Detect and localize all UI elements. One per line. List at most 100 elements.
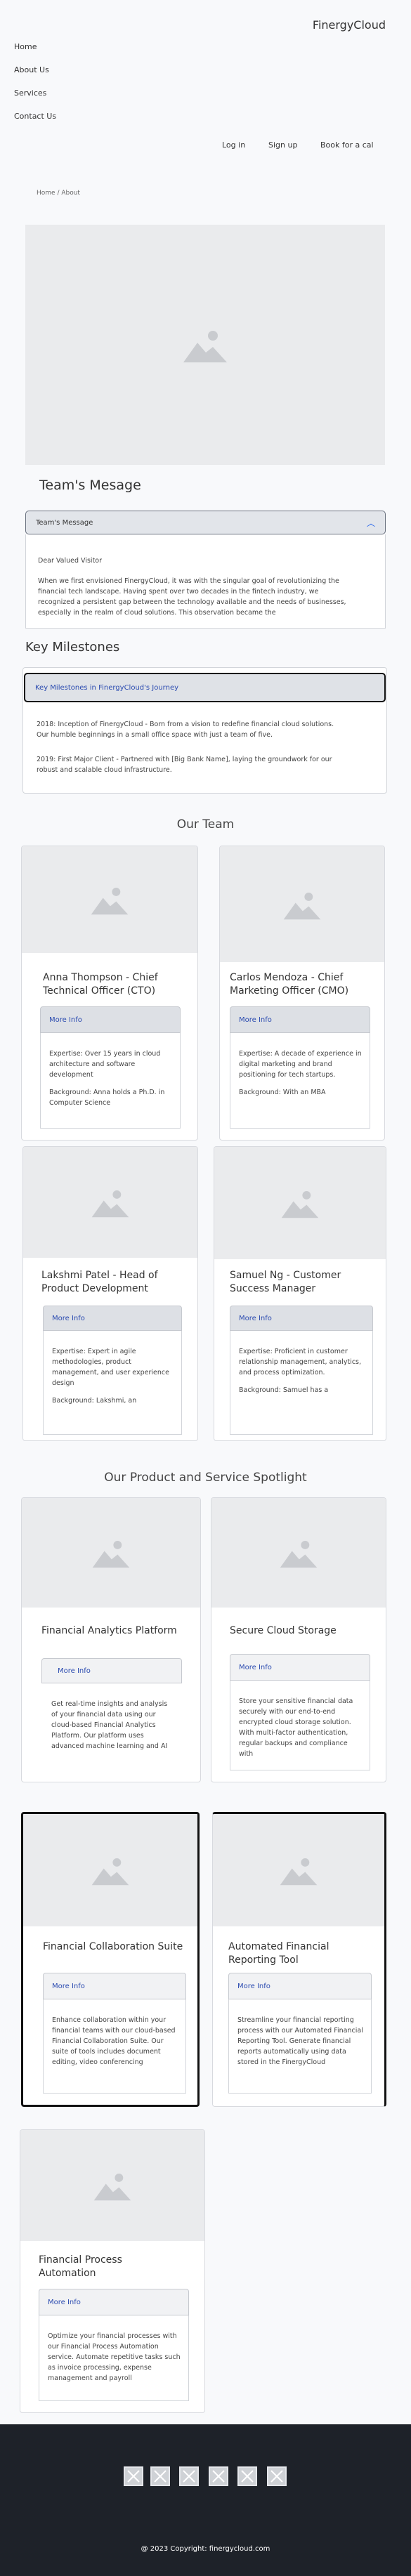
nav-link-services[interactable]: Services	[14, 88, 46, 98]
more-info-panel: Expertise: Over 15 years in cloud archit…	[40, 1033, 181, 1129]
chevron-up-icon: ︿	[366, 518, 375, 528]
social-icon-4[interactable]	[209, 2466, 228, 2486]
image-icon	[212, 2470, 225, 2483]
member-photo-placeholder	[220, 846, 384, 962]
more-info-button[interactable]: More Info	[230, 1654, 370, 1681]
image-icon	[283, 892, 321, 919]
product-name: Secure Cloud Storage	[230, 1625, 337, 1636]
team-card-anna: Anna Thompson - Chief Technical Officer …	[21, 846, 198, 1141]
product-image-placeholder	[22, 1498, 200, 1608]
member-name: Samuel Ng - Customer Success Manager	[230, 1270, 341, 1294]
more-info-button[interactable]: More Info	[43, 1973, 186, 1999]
team-card-lakshmi: Lakshmi Patel - Head of Product Developm…	[22, 1146, 198, 1441]
member-photo-placeholder	[214, 1147, 386, 1259]
member-name: Anna Thompson - Chief Technical Officer …	[43, 972, 158, 997]
image-icon	[183, 2470, 195, 2483]
more-info-button[interactable]: More Info	[228, 1973, 372, 1999]
more-info-panel: Expertise: Expert in agile methodologies…	[43, 1331, 182, 1435]
member-expertise: Expertise: Proficient in customer relati…	[239, 1348, 362, 1376]
member-photo-placeholder	[23, 1147, 197, 1258]
image-icon	[241, 2470, 254, 2483]
product-image-placeholder	[23, 1814, 197, 1926]
social-icon-1[interactable]	[124, 2466, 143, 2486]
more-info-button[interactable]: More Info	[43, 1306, 182, 1331]
more-info-panel: Expertise: Proficient in customer relati…	[230, 1331, 373, 1435]
image-icon	[154, 2470, 167, 2483]
product-image-placeholder	[213, 1814, 384, 1926]
team-message-title: Team's Mesage	[39, 478, 141, 493]
member-background: Background: Lakshmi, an	[52, 1397, 137, 1405]
more-info-panel: Enhance collaboration within your financ…	[43, 1999, 186, 2094]
more-info-button[interactable]: More Info	[230, 1306, 373, 1331]
image-icon	[281, 1191, 319, 1218]
member-photo-placeholder	[22, 846, 197, 953]
social-icon-5[interactable]	[237, 2466, 257, 2486]
image-icon	[280, 1541, 318, 1568]
team-message-greeting: Dear Valued Visitor	[38, 557, 103, 565]
login-link[interactable]: Log in	[222, 140, 245, 150]
more-info-button[interactable]: More Info	[230, 1006, 370, 1033]
image-icon	[91, 888, 129, 915]
member-background: Background: With an MBA	[239, 1089, 326, 1096]
more-info-panel: Optimize your financial processes with o…	[39, 2315, 189, 2401]
product-description: Optimize your financial processes with o…	[48, 2332, 181, 2382]
social-icon-3[interactable]	[179, 2466, 199, 2486]
product-card-automation: Financial Process Automation More Info O…	[20, 2129, 205, 2413]
product-name: Financial Process Automation	[39, 2254, 122, 2279]
member-background: Background: Samuel has a	[239, 1386, 329, 1394]
product-card-reporting: Automated Financial Reporting Tool More …	[212, 1812, 386, 2107]
image-icon	[93, 2174, 131, 2201]
image-icon	[127, 2470, 140, 2483]
brand-logo-text[interactable]: FinergyCloud	[313, 18, 386, 32]
milestones-title: Key Milestones	[25, 640, 120, 655]
nav-link-contact-us[interactable]: Contact Us	[14, 112, 56, 121]
team-message-accordion-label: Team's Message	[36, 518, 93, 527]
product-description: Get real-time insights and analysis of y…	[51, 1700, 168, 1750]
member-expertise: Expertise: Expert in agile methodologies…	[52, 1348, 169, 1387]
team-card-carlos: Carlos Mendoza - Chief Marketing Officer…	[219, 846, 385, 1141]
products-section-title: Our Product and Service Spotlight	[104, 1471, 307, 1485]
team-message-accordion-header[interactable]: Team's Message ︿	[25, 511, 386, 534]
product-image-placeholder	[211, 1498, 386, 1608]
image-icon	[270, 2470, 283, 2483]
more-info-button[interactable]: More Info	[40, 1006, 181, 1033]
milestones-accordion-label: Key Milestones in FinergyCloud's Journey	[35, 683, 179, 692]
product-name: Financial Collaboration Suite	[43, 1941, 183, 1952]
member-name: Carlos Mendoza - Chief Marketing Officer…	[230, 972, 349, 997]
member-expertise: Expertise: Over 15 years in cloud archit…	[49, 1050, 161, 1079]
product-name: Financial Analytics Platform	[41, 1625, 177, 1636]
image-icon	[92, 1541, 130, 1568]
more-info-button[interactable]: More Info	[39, 2289, 189, 2315]
milestone-item: 2019: First Major Client - Partnered wit…	[37, 756, 332, 774]
product-description: Streamline your financial reporting proc…	[237, 2016, 363, 2066]
milestone-item: 2018: Inception of FinergyCloud - Born f…	[37, 721, 334, 739]
signup-link[interactable]: Sign up	[268, 140, 297, 150]
team-message-body: When we first envisioned FinergyCloud, i…	[38, 577, 346, 617]
nav-link-about-us[interactable]: About Us	[14, 65, 49, 74]
product-card-collaboration: Financial Collaboration Suite More Info …	[21, 1812, 200, 2107]
member-background: Background: Anna holds a Ph.D. in Comput…	[49, 1089, 165, 1107]
more-info-panel: Expertise: A decade of experience in dig…	[230, 1033, 370, 1129]
milestones-accordion-header[interactable]: Key Milestones in FinergyCloud's Journey	[24, 673, 386, 702]
member-expertise: Expertise: A decade of experience in dig…	[239, 1050, 362, 1079]
copyright-text: @ 2023 Copyright: finergycloud.com	[141, 2545, 270, 2553]
image-icon	[183, 331, 227, 362]
image-icon	[280, 1858, 318, 1886]
book-call-link[interactable]: Book for a cal	[320, 140, 374, 150]
team-section-title: Our Team	[176, 817, 235, 832]
footer	[0, 2424, 411, 2576]
breadcrumb[interactable]: Home / About	[37, 190, 80, 197]
product-card-storage: Secure Cloud Storage More Info Store you…	[211, 1497, 386, 1782]
product-card-analytics: Financial Analytics Platform More Info G…	[21, 1497, 201, 1782]
social-icon-6[interactable]	[267, 2466, 287, 2486]
image-icon	[91, 1858, 129, 1886]
product-image-placeholder	[20, 2130, 204, 2241]
more-info-panel: Streamline your financial reporting proc…	[228, 1999, 372, 2094]
image-icon	[91, 1190, 129, 1218]
social-icon-2[interactable]	[150, 2466, 170, 2486]
member-name: Lakshmi Patel - Head of Product Developm…	[41, 1270, 158, 1294]
nav-link-home[interactable]: Home	[14, 42, 37, 51]
product-description: Store your sensitive financial data secu…	[239, 1697, 353, 1758]
product-name: Automated Financial Reporting Tool	[228, 1941, 330, 1966]
more-info-button[interactable]: More Info	[41, 1658, 182, 1683]
